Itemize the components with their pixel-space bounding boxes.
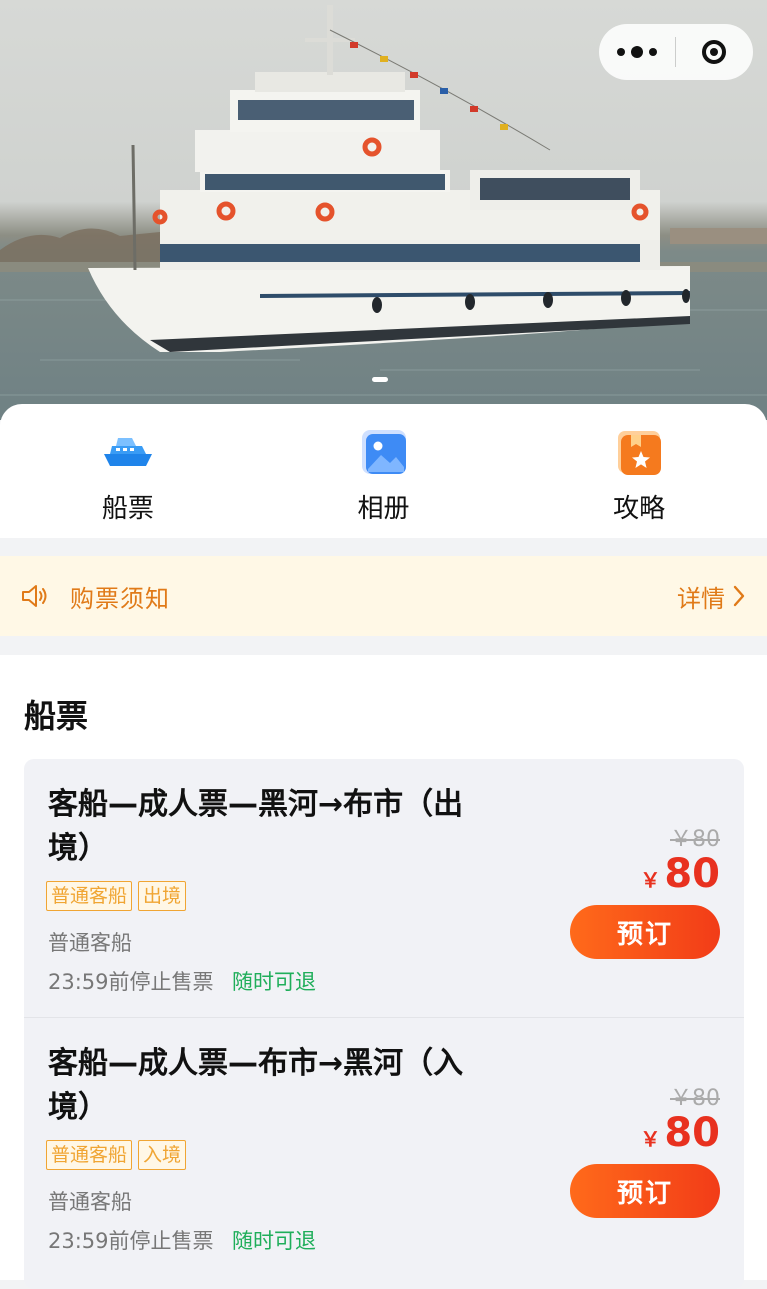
book-button[interactable]: 预订 — [570, 905, 720, 959]
ticket-refund: 随时可退 — [232, 1229, 316, 1253]
nav-label-tickets: 船票 — [101, 494, 154, 524]
tickets-section: 船票 客船—成人票—黑河→布市（出境） 普通客船 出境 普通客船 23:59前停… — [0, 655, 767, 1289]
nav-label-album: 相册 — [357, 494, 410, 524]
ticket-tag: 普通客船 — [46, 1140, 133, 1170]
target-icon[interactable] — [676, 24, 752, 80]
ticket-tags: 普通客船 出境 — [46, 881, 187, 911]
chevron-right-icon — [733, 585, 745, 607]
ticket-stop-sale: 23:59前停止售票 — [48, 970, 214, 994]
guide-star-icon — [613, 426, 665, 478]
ticket-name: 客船—成人票—黑河→布市（出境） — [48, 787, 464, 866]
original-price: ￥80 — [670, 827, 720, 852]
speaker-icon — [22, 585, 47, 607]
nav-item-album[interactable]: 相册 — [256, 404, 512, 538]
current-price: ￥ 80 — [640, 851, 720, 897]
ticket-stop-sale: 23:59前停止售票 — [48, 1229, 214, 1253]
ticket-refund: 随时可退 — [232, 970, 316, 994]
nav-grid: 船票 相册 攻略 — [0, 404, 767, 538]
ticket-tags: 普通客船 入境 — [46, 1140, 187, 1170]
ticket-tag: 出境 — [138, 881, 187, 911]
ticket-tag: 入境 — [138, 1140, 187, 1170]
ship-icon — [102, 426, 154, 478]
more-dots-icon[interactable] — [599, 24, 675, 80]
ticket-list: 客船—成人票—黑河→布市（出境） 普通客船 出境 普通客船 23:59前停止售票… — [24, 759, 744, 1289]
ticket-item[interactable]: 客船—成人票—布市→黑河（入境） 普通客船 入境 普通客船 23:59前停止售票… — [24, 1017, 744, 1276]
ticket-type: 普通客船 — [48, 931, 132, 955]
original-price: ￥80 — [670, 1086, 720, 1111]
nav-item-guide[interactable]: 攻略 — [511, 404, 767, 538]
carousel-indicator[interactable] — [372, 377, 388, 382]
nav-item-tickets[interactable]: 船票 — [0, 404, 256, 538]
ticket-tag: 普通客船 — [46, 881, 133, 911]
current-price: ￥ 80 — [640, 1110, 720, 1156]
currency-symbol: ￥ — [640, 868, 661, 892]
book-button[interactable]: 预订 — [570, 1164, 720, 1218]
purchase-notice-bar[interactable]: 购票须知 详情 — [0, 556, 767, 636]
hero-banner[interactable] — [0, 0, 767, 420]
photo-album-icon — [358, 426, 410, 478]
ticket-item[interactable]: 客船—成人票—黑河→布市（出境） 普通客船 出境 普通客船 23:59前停止售票… — [24, 759, 744, 1017]
price-value: 80 — [664, 851, 720, 897]
notice-text: 购票须知 — [70, 584, 170, 613]
notice-detail-link[interactable]: 详情 — [677, 556, 745, 636]
currency-symbol: ￥ — [640, 1127, 661, 1151]
notice-detail-label: 详情 — [677, 584, 725, 613]
nav-label-guide: 攻略 — [613, 494, 666, 524]
miniapp-capsule — [599, 24, 753, 80]
ticket-name: 客船—成人票—布市→黑河（入境） — [48, 1046, 464, 1125]
price-value: 80 — [664, 1110, 720, 1156]
section-title: 船票 — [24, 697, 89, 735]
ticket-type: 普通客船 — [48, 1190, 132, 1214]
